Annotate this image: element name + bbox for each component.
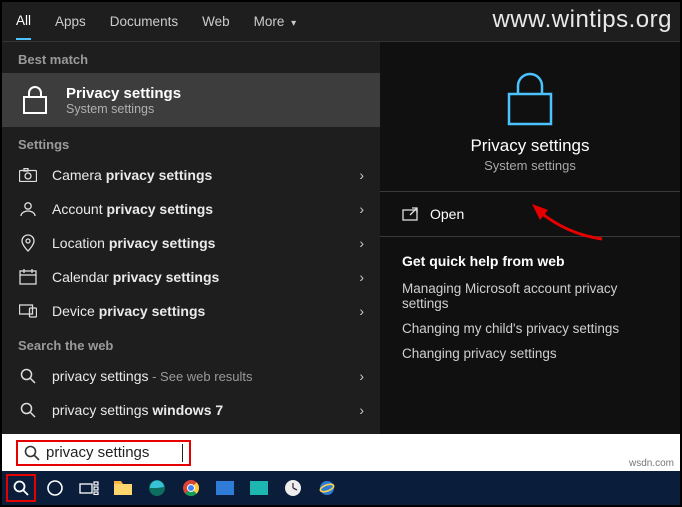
tab-more[interactable]: More ▾ <box>254 4 297 39</box>
chevron-right-icon: › <box>359 167 364 183</box>
detail-title: Privacy settings <box>470 136 589 156</box>
taskbar-search-button[interactable] <box>6 474 36 502</box>
search-icon <box>24 445 40 461</box>
settings-item-device[interactable]: Device privacy settings › <box>2 294 380 328</box>
settings-item-location[interactable]: Location privacy settings › <box>2 226 380 260</box>
settings-item-camera[interactable]: Camera privacy settings › <box>2 158 380 192</box>
taskbar-file-explorer[interactable] <box>108 474 138 502</box>
lock-icon <box>18 83 52 117</box>
detail-panel: Privacy settings System settings Open Ge… <box>380 42 680 447</box>
chevron-down-icon: ▾ <box>288 18 296 29</box>
open-icon <box>402 207 418 221</box>
camera-icon <box>18 165 38 185</box>
taskbar <box>2 471 680 505</box>
settings-item-account[interactable]: Account privacy settings › <box>2 192 380 226</box>
taskbar-ie[interactable] <box>312 474 342 502</box>
search-bar[interactable] <box>2 434 680 471</box>
search-icon <box>18 366 38 386</box>
chevron-right-icon: › <box>359 235 364 251</box>
search-input[interactable] <box>46 444 176 461</box>
chevron-right-icon: › <box>359 368 364 384</box>
calendar-icon <box>18 267 38 287</box>
open-label: Open <box>430 206 464 222</box>
tab-all[interactable]: All <box>16 3 31 40</box>
lock-icon <box>505 70 555 128</box>
taskbar-taskview-button[interactable] <box>74 474 104 502</box>
best-match-title: Privacy settings <box>66 85 181 102</box>
chevron-right-icon: › <box>359 402 364 418</box>
device-icon <box>18 301 38 321</box>
section-settings: Settings <box>2 127 380 158</box>
chevron-right-icon: › <box>359 269 364 285</box>
section-best-match: Best match <box>2 42 380 73</box>
web-item-windows7[interactable]: privacy settings windows 7 › <box>2 393 380 427</box>
section-search-web: Search the web <box>2 328 380 359</box>
text-cursor <box>182 444 183 462</box>
taskbar-app-teal[interactable] <box>244 474 274 502</box>
account-icon <box>18 199 38 219</box>
watermark-text: www.wintips.org <box>492 6 672 34</box>
results-panel: Best match Privacy settings System setti… <box>2 42 380 447</box>
taskbar-cortana-button[interactable] <box>40 474 70 502</box>
annotation-arrow <box>532 204 612 244</box>
footer-watermark: wsdn.com <box>629 458 674 469</box>
detail-subtitle: System settings <box>484 158 576 173</box>
quick-help-link[interactable]: Changing my child's privacy settings <box>402 321 658 336</box>
web-item-generic[interactable]: privacy settings - See web results › <box>2 359 380 393</box>
tab-web[interactable]: Web <box>202 4 230 39</box>
chevron-right-icon: › <box>359 201 364 217</box>
search-input-highlight <box>16 440 191 466</box>
open-action[interactable]: Open <box>380 192 680 236</box>
best-match-result[interactable]: Privacy settings System settings <box>2 73 380 127</box>
best-match-subtitle: System settings <box>66 102 181 116</box>
search-icon <box>18 400 38 420</box>
tab-apps[interactable]: Apps <box>55 4 86 39</box>
quick-help-link[interactable]: Changing privacy settings <box>402 346 658 361</box>
taskbar-clock-app[interactable] <box>278 474 308 502</box>
location-icon <box>18 233 38 253</box>
settings-item-calendar[interactable]: Calendar privacy settings › <box>2 260 380 294</box>
tab-documents[interactable]: Documents <box>110 4 178 39</box>
taskbar-chrome[interactable] <box>176 474 206 502</box>
taskbar-app-blue[interactable] <box>210 474 240 502</box>
quick-help-link[interactable]: Managing Microsoft account privacy setti… <box>402 281 658 311</box>
chevron-right-icon: › <box>359 303 364 319</box>
taskbar-edge[interactable] <box>142 474 172 502</box>
quick-help-title: Get quick help from web <box>402 253 658 269</box>
